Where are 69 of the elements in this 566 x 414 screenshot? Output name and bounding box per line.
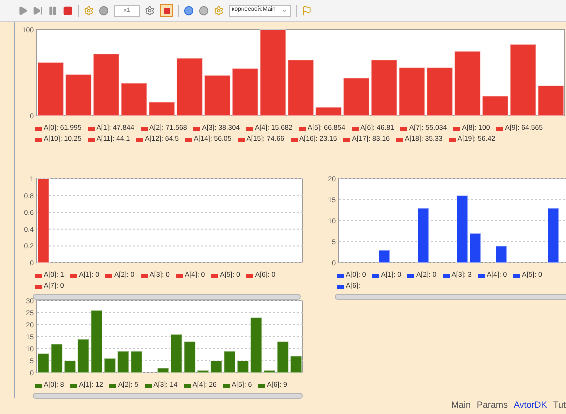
bar bbox=[130, 350, 143, 374]
legend-swatch-icon bbox=[372, 274, 380, 278]
tab[interactable]: Params bbox=[476, 399, 508, 413]
legend-swatch-icon bbox=[222, 384, 230, 388]
legend-swatch-icon bbox=[246, 126, 254, 130]
legend-swatch-icon bbox=[407, 274, 414, 278]
legend-swatch-icon bbox=[140, 126, 148, 130]
legend-swatch-icon bbox=[35, 138, 42, 142]
horizontal-scrollbar[interactable] bbox=[335, 294, 566, 300]
bar bbox=[418, 208, 430, 264]
legend-swatch-icon bbox=[337, 274, 344, 278]
legend-swatch-icon bbox=[140, 274, 148, 278]
legend-swatch-icon bbox=[35, 384, 42, 388]
legend-swatch-icon bbox=[70, 274, 78, 278]
tab[interactable]: Tut bbox=[553, 399, 566, 413]
bar bbox=[204, 75, 232, 116]
legend-swatch-icon bbox=[184, 138, 192, 142]
legend-swatch-icon bbox=[184, 384, 191, 388]
bar bbox=[398, 67, 426, 116]
legend-swatch-icon bbox=[453, 126, 460, 130]
bar bbox=[38, 62, 64, 116]
legend-swatch-icon bbox=[496, 126, 504, 130]
caret-icon bbox=[282, 8, 288, 14]
bar bbox=[378, 250, 390, 264]
gear-icon[interactable] bbox=[84, 6, 94, 16]
gear-icon[interactable] bbox=[145, 6, 155, 16]
legend-swatch-icon bbox=[396, 138, 404, 142]
legend-swatch-icon bbox=[176, 274, 183, 278]
horizontal-scrollbar[interactable] bbox=[33, 294, 301, 300]
legend-swatch-icon bbox=[88, 126, 95, 130]
legend-swatch-icon bbox=[246, 274, 254, 278]
legend-swatch-icon bbox=[258, 384, 266, 388]
horizontal-scrollbar[interactable] bbox=[33, 393, 303, 399]
legend-swatch-icon bbox=[238, 138, 245, 142]
legend-swatch-icon bbox=[70, 384, 78, 388]
legend-swatch-icon bbox=[105, 274, 112, 278]
stop-icon[interactable] bbox=[63, 6, 73, 16]
bar bbox=[548, 208, 560, 264]
legend-swatch-icon bbox=[352, 126, 359, 130]
legend-swatch-icon bbox=[448, 138, 456, 142]
bar bbox=[496, 246, 508, 264]
tab[interactable]: AvtorDK bbox=[514, 399, 548, 413]
legend-swatch-icon bbox=[400, 126, 408, 130]
legend-swatch-icon bbox=[144, 384, 152, 388]
legend-swatch-icon bbox=[35, 284, 42, 288]
legend-swatch-icon bbox=[35, 126, 42, 130]
run-icon[interactable] bbox=[18, 6, 28, 16]
gear-icon[interactable] bbox=[214, 6, 224, 16]
circle-icon[interactable] bbox=[199, 6, 209, 16]
step-icon[interactable] bbox=[33, 6, 43, 16]
legend-swatch-icon bbox=[513, 274, 520, 278]
legend-swatch-icon bbox=[343, 138, 350, 142]
legend-swatch-icon bbox=[442, 274, 450, 278]
legend-swatch-icon bbox=[109, 384, 116, 388]
circle-icon[interactable] bbox=[99, 6, 109, 16]
highlighted-tool-icon[interactable] bbox=[160, 4, 173, 17]
legend-swatch-icon bbox=[136, 138, 144, 142]
legend-swatch-icon bbox=[298, 126, 306, 130]
legend-swatch-icon bbox=[337, 284, 344, 288]
legend-swatch-icon bbox=[478, 274, 485, 278]
legend-swatch-icon bbox=[35, 274, 42, 278]
tab[interactable]: Main bbox=[451, 399, 471, 413]
pause-icon[interactable] bbox=[48, 6, 58, 16]
bar bbox=[426, 67, 454, 116]
legend-swatch-icon bbox=[290, 138, 298, 142]
legend-swatch-icon bbox=[211, 274, 218, 278]
flag-icon[interactable] bbox=[302, 6, 312, 16]
legend-swatch-icon bbox=[193, 126, 200, 130]
legend-swatch-icon bbox=[88, 138, 95, 142]
